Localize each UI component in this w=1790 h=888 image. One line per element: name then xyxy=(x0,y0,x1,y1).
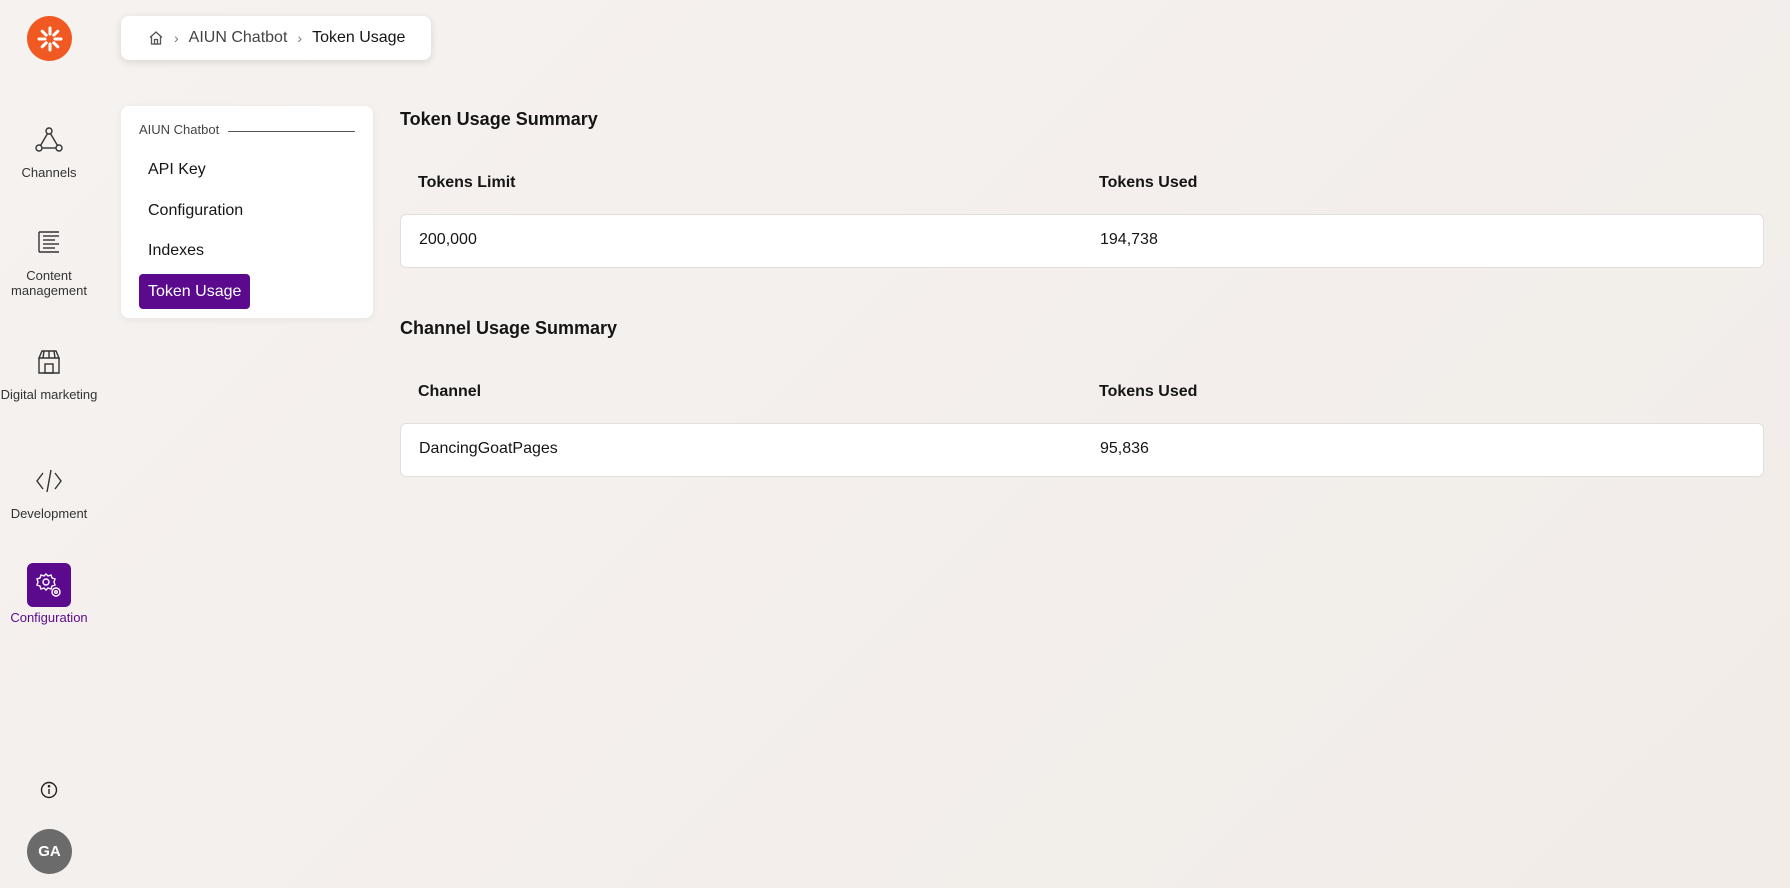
submenu-item-token-usage[interactable]: Token Usage xyxy=(139,274,251,309)
user-avatar[interactable]: GA xyxy=(27,829,72,874)
table-row: DancingGoatPages 95,836 xyxy=(400,423,1764,477)
nav-item-configuration[interactable]: Configuration xyxy=(0,563,98,625)
breadcrumb-item[interactable]: AIUN Chatbot xyxy=(189,29,288,47)
info-icon xyxy=(40,781,58,799)
channel-usage-summary-title: Channel Usage Summary xyxy=(400,318,618,338)
gear-icon xyxy=(27,563,71,607)
nav-item-channels[interactable]: Channels xyxy=(0,118,98,180)
column-header: Tokens Used xyxy=(1099,383,1198,400)
nav-item-content-management[interactable]: Content management xyxy=(0,221,98,298)
table-cell: 194,738 xyxy=(1100,231,1158,248)
table-cell: DancingGoatPages xyxy=(419,440,558,457)
code-icon xyxy=(27,459,71,503)
nav-label: Channels xyxy=(21,165,77,180)
chevron-right-icon: › xyxy=(174,30,179,46)
column-header: Channel xyxy=(418,383,482,400)
table-cell: 95,836 xyxy=(1100,440,1149,457)
column-header: Tokens Used xyxy=(1099,174,1198,191)
application-submenu: AIUN Chatbot API Key Configuration Index… xyxy=(121,106,373,318)
logo-icon xyxy=(37,26,62,51)
chevron-right-icon: › xyxy=(297,30,303,46)
breadcrumb-current: Token Usage xyxy=(312,29,406,46)
channels-icon xyxy=(27,118,71,162)
nav-label: Content management xyxy=(11,268,87,298)
divider xyxy=(228,130,355,132)
nav-label: Development xyxy=(10,506,88,521)
table-cell: 200,000 xyxy=(419,231,477,248)
home-icon[interactable] xyxy=(148,30,164,46)
nav-item-development[interactable]: Development xyxy=(0,459,98,521)
submenu-heading-label: AIUN Chatbot xyxy=(139,122,220,137)
table-row: 200,000 194,738 xyxy=(400,214,1764,268)
breadcrumb: › AIUN Chatbot › Token Usage xyxy=(121,16,432,60)
digital-marketing-icon xyxy=(27,340,71,384)
nav-label: Digital marketing xyxy=(0,387,98,402)
nav-item-digital-marketing[interactable]: Digital marketing xyxy=(0,340,98,402)
content-management-icon xyxy=(27,221,71,265)
submenu-item-indexes[interactable]: Indexes xyxy=(139,233,213,268)
info-button[interactable] xyxy=(38,779,60,801)
submenu-item-configuration[interactable]: Configuration xyxy=(139,193,252,228)
column-header: Tokens Limit xyxy=(418,174,516,191)
nav-label: Configuration xyxy=(10,610,88,625)
submenu-heading: AIUN Chatbot xyxy=(139,122,355,137)
kentico-logo[interactable] xyxy=(27,16,72,61)
token-usage-summary-title: Token Usage Summary xyxy=(400,109,598,129)
main-navigation-rail: Channels Content management Digital mark… xyxy=(0,0,98,888)
submenu-item-api-key[interactable]: API Key xyxy=(139,152,215,187)
